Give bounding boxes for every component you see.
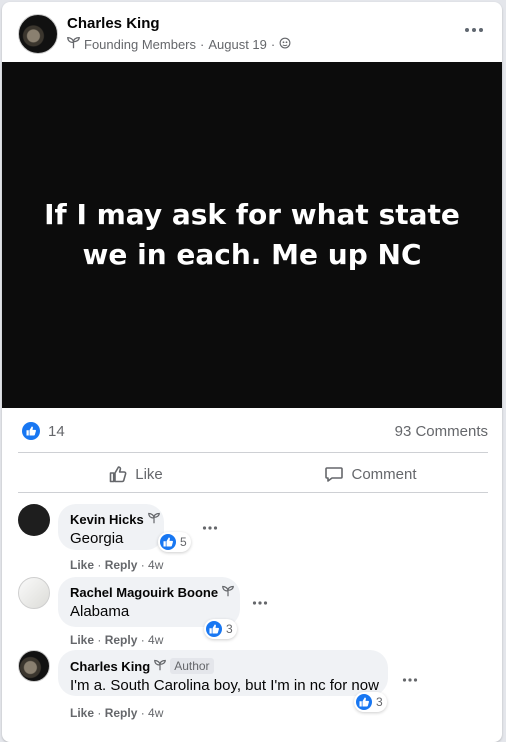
thumbs-up-icon[interactable]	[22, 422, 40, 440]
post-header: Charles King Founding Members · August 1…	[18, 14, 488, 56]
comment-actions: Like · Reply · 4w	[70, 633, 164, 647]
reactions-count[interactable]: 14	[48, 423, 65, 440]
comment-reply-link[interactable]: Reply	[105, 633, 138, 647]
comments-count[interactable]: 93 Comments	[395, 423, 488, 440]
divider	[18, 452, 488, 453]
comment-bubble: Charles King Author I'm a. South Carolin…	[58, 650, 388, 696]
thumbs-up-icon	[160, 534, 176, 550]
thumbs-up-outline-icon	[109, 466, 127, 483]
comment-time[interactable]: 4w	[148, 706, 163, 720]
comment-more-button[interactable]	[252, 593, 268, 611]
sprout-icon	[222, 585, 234, 600]
comment-item: Kevin Hicks Georgia 5 Like · Reply · 4w	[18, 504, 488, 574]
comment-reactions[interactable]: 5	[158, 532, 191, 552]
comment-item: Charles King Author I'm a. South Carolin…	[18, 650, 488, 720]
post-meta: Founding Members · August 19 ·	[67, 36, 291, 52]
commenter-avatar[interactable]	[18, 650, 50, 682]
more-horizontal-icon	[252, 601, 268, 605]
group-badge-label[interactable]: Founding Members	[84, 37, 196, 52]
commenter-name[interactable]: Kevin Hicks	[70, 512, 160, 527]
comment-time[interactable]: 4w	[148, 558, 163, 572]
sprout-icon	[147, 512, 160, 527]
comment-text: I'm a. South Carolina boy, but I'm in nc…	[70, 677, 379, 694]
comment-reply-link[interactable]: Reply	[105, 558, 138, 572]
comment-reactions[interactable]: 3	[354, 692, 387, 712]
sprout-icon	[67, 36, 80, 52]
post-actions: Like Comment	[18, 457, 488, 491]
more-horizontal-icon	[465, 28, 483, 32]
comment-reaction-count: 5	[180, 535, 187, 549]
comment-like-link[interactable]: Like	[70, 633, 94, 647]
post-stats: 14 93 Comments	[18, 420, 488, 442]
post-image-text: If I may ask for what state we in each. …	[44, 198, 460, 271]
comment-item: Rachel Magouirk Boone Alabama 3 Like · R…	[18, 577, 488, 647]
post-more-button[interactable]	[460, 20, 488, 40]
globe-icon	[279, 37, 291, 52]
comment-text: Alabama	[70, 603, 130, 620]
more-horizontal-icon	[202, 526, 218, 530]
meta-separator-2: ·	[270, 36, 276, 52]
like-button[interactable]: Like	[18, 457, 253, 491]
comment-reaction-count: 3	[226, 622, 233, 636]
commenter-name-text: Kevin Hicks	[70, 512, 144, 527]
author-avatar[interactable]	[18, 14, 58, 54]
author-tag: Author	[170, 658, 214, 674]
comment-reply-link[interactable]: Reply	[105, 706, 138, 720]
comment-bubble-icon	[325, 467, 344, 482]
comment-time[interactable]: 4w	[148, 633, 163, 647]
comment-more-button[interactable]	[402, 670, 418, 688]
comment-like-link[interactable]: Like	[70, 706, 94, 720]
commenter-name-text: Rachel Magouirk Boone	[70, 585, 219, 600]
comment-reaction-count: 3	[376, 695, 383, 709]
commenter-name[interactable]: Charles King Author	[70, 658, 376, 674]
comment-bubble: Kevin Hicks Georgia	[58, 504, 164, 550]
commenter-avatar[interactable]	[18, 577, 50, 609]
post-image[interactable]: If I may ask for what state we in each. …	[2, 62, 502, 408]
commenter-name[interactable]: Rachel Magouirk Boone	[70, 585, 234, 600]
author-name[interactable]: Charles King	[67, 15, 160, 32]
thumbs-up-icon	[206, 621, 222, 637]
divider	[18, 492, 488, 493]
comment-button-label: Comment	[351, 465, 417, 483]
meta-separator: ·	[200, 36, 205, 52]
commenter-name-text: Charles King	[70, 658, 151, 674]
comment-like-link[interactable]: Like	[70, 558, 94, 572]
thumbs-up-icon	[356, 694, 372, 710]
commenter-avatar[interactable]	[18, 504, 50, 536]
comment-more-button[interactable]	[202, 518, 218, 536]
more-horizontal-icon	[402, 678, 418, 682]
comment-actions: Like · Reply · 4w	[70, 706, 164, 720]
comment-text: Georgia	[70, 530, 124, 547]
post-date[interactable]: August 19	[208, 37, 267, 52]
like-button-label: Like	[135, 465, 163, 483]
post-card: Charles King Founding Members · August 1…	[2, 2, 502, 742]
sprout-icon	[154, 659, 167, 674]
comment-actions: Like · Reply · 4w	[70, 558, 164, 572]
comment-reactions[interactable]: 3	[204, 619, 237, 639]
comment-button[interactable]: Comment	[253, 457, 488, 491]
